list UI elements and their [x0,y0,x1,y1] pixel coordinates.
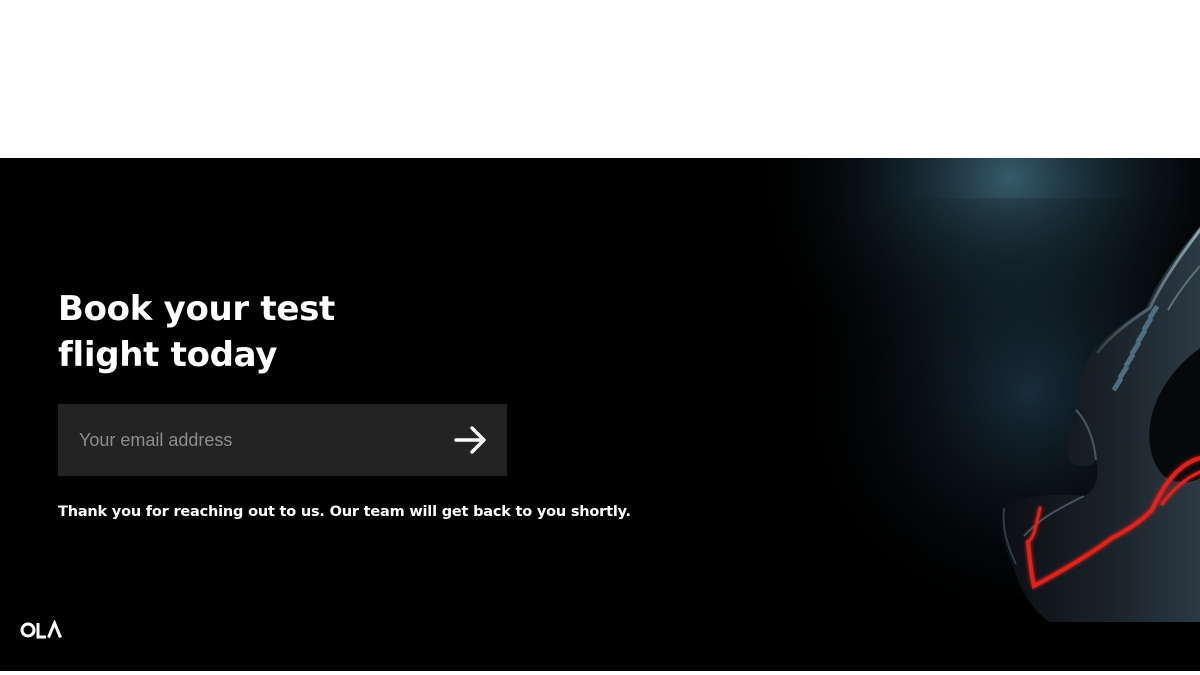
confirmation-message: Thank you for reaching out to us. Our te… [58,504,631,520]
submit-button[interactable] [435,404,507,476]
email-input[interactable] [58,404,438,476]
ola-logo[interactable]: OLA [20,620,64,640]
arrow-right-icon [454,426,486,454]
headline-line-2: flight today [58,335,278,375]
top-blank-area [0,0,1200,158]
page-title: Book your test flight today [58,286,335,378]
hero-banner: Book your test flight today Thank you fo… [0,158,1200,671]
email-signup-form [58,404,507,476]
bottom-blank-area [0,671,1200,675]
headline-line-1: Book your test [58,289,336,329]
